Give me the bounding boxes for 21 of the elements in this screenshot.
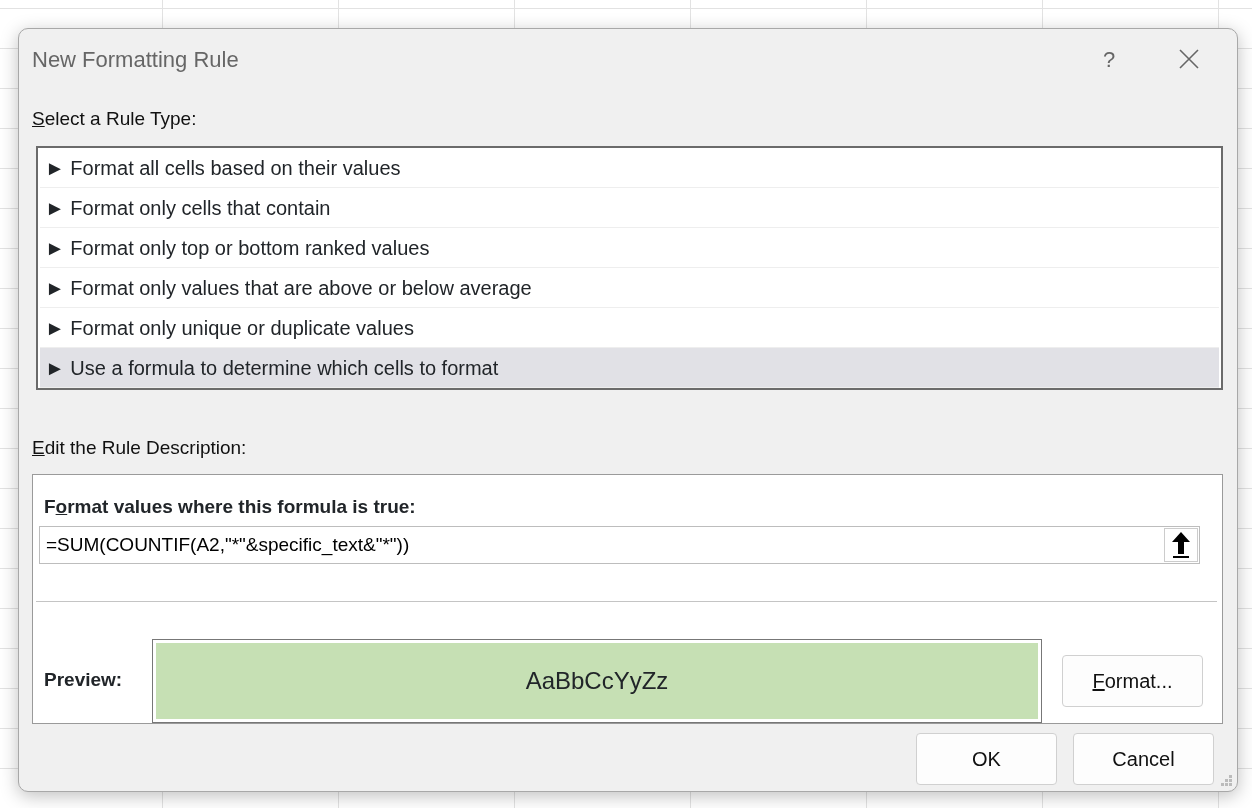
ok-button[interactable]: OK: [916, 733, 1057, 785]
rule-type-item[interactable]: ► Format only cells that contain: [40, 187, 1219, 228]
help-button[interactable]: ?: [1069, 39, 1149, 79]
section-label: Select a Rule Type:: [32, 107, 198, 131]
rule-type-item[interactable]: ► Use a formula to determine which cells to format: [40, 347, 1219, 388]
rule-type-item[interactable]: ► Format only top or bottom ranked values: [40, 227, 1219, 268]
cancel-button[interactable]: Cancel: [1073, 733, 1214, 785]
rule-type-item[interactable]: ► Format only values that are above or below average: [40, 267, 1219, 308]
window-title: New Formatting Rule: [32, 45, 239, 74]
formula-label: Format values where this formula is true:: [44, 495, 417, 519]
formula-field[interactable]: =SUM(COUNTIF(A2,"*"&specific_text&"*")): [39, 525, 1200, 564]
resize-grip-icon[interactable]: [1219, 773, 1233, 787]
up-arrow-icon: [1171, 530, 1191, 559]
preview-label: Preview:: [43, 668, 124, 693]
close-icon: [1179, 49, 1199, 69]
section-label: Edit the Rule Description:: [32, 435, 248, 460]
format-button[interactable]: Format...: [1062, 654, 1203, 707]
collapse-button[interactable]: [1164, 527, 1198, 562]
rule-type-item[interactable]: ► Format only unique or duplicate values: [40, 307, 1219, 348]
preview-sample: AaBbCcYyZz: [152, 638, 1042, 723]
rule-type-item[interactable]: ► Format all cells based on their values: [40, 147, 1219, 188]
